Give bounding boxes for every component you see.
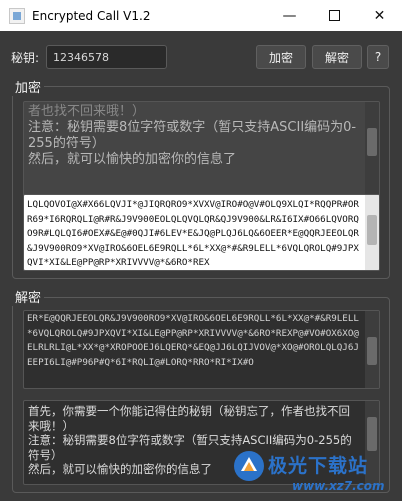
- scroll-thumb[interactable]: [367, 337, 377, 365]
- key-input[interactable]: [46, 45, 167, 69]
- app-icon: [9, 7, 25, 24]
- encrypt-plaintext-faded: 者也找不回来哦！）: [28, 104, 146, 119]
- encrypt-plaintext-area[interactable]: 者也找不回来哦！） 注意：秘钥需要8位字符或数字（暂只支持ASCII编码为0-2…: [23, 101, 380, 197]
- encrypt-group-title: 加密: [12, 77, 45, 96]
- close-icon: ✕: [373, 7, 386, 24]
- encrypt-ciphertext: LQLQOVOI@X#X66LQVJI*@JIQRQRO9*XVXV@IRO#O…: [27, 199, 359, 268]
- encrypt-ciphertext-area[interactable]: LQLQOVOI@X#X66LQVJI*@JIQRQRO9*XVXV@IRO#O…: [23, 194, 380, 271]
- decrypt-ciphertext-scrollbar[interactable]: [365, 311, 379, 388]
- close-button[interactable]: ✕: [357, 0, 402, 31]
- title-bar[interactable]: Encrypted Call V1.2 — ✕: [0, 0, 402, 31]
- encrypt-plaintext: 注意：秘钥需要8位字符或数字（暂只支持ASCII编码为0-255的符号） 然后，…: [28, 120, 357, 167]
- minimize-button[interactable]: —: [267, 0, 312, 31]
- watermark-logo-icon: [234, 451, 264, 481]
- maximize-icon: [329, 10, 340, 21]
- watermark: 极光下载站 www.xz7.com: [232, 447, 402, 501]
- encrypt-ciphertext-scrollbar[interactable]: [365, 195, 379, 270]
- encrypt-plaintext-scrollbar[interactable]: [365, 102, 379, 196]
- minimize-icon: —: [282, 7, 297, 24]
- decrypt-button[interactable]: 解密: [312, 45, 362, 69]
- decrypt-ciphertext: ER*E@QQRJEEOLQR&J9V900RO9*XV@IRO&6OEL6E9…: [27, 313, 359, 368]
- decrypt-group-title: 解密: [12, 287, 45, 306]
- key-toolbar: 秘钥: 加密 解密 ?: [0, 45, 402, 69]
- encrypt-group: 者也找不回来哦！） 注意：秘钥需要8位字符或数字（暂只支持ASCII编码为0-2…: [12, 86, 390, 279]
- scroll-thumb[interactable]: [367, 215, 377, 245]
- scroll-thumb[interactable]: [367, 128, 377, 156]
- decrypt-ciphertext-area[interactable]: ER*E@QQRJEEOLQR&J9V900RO9*XV@IRO&6OEL6E9…: [23, 310, 380, 389]
- watermark-name: 极光下载站: [268, 455, 369, 477]
- help-button[interactable]: ?: [367, 45, 389, 69]
- window-title: Encrypted Call V1.2: [32, 8, 151, 23]
- scroll-thumb[interactable]: [367, 417, 377, 451]
- watermark-url: www.xz7.com: [292, 479, 385, 493]
- key-label: 秘钥:: [11, 51, 40, 65]
- encrypt-button[interactable]: 加密: [256, 45, 306, 69]
- maximize-button[interactable]: [312, 0, 357, 31]
